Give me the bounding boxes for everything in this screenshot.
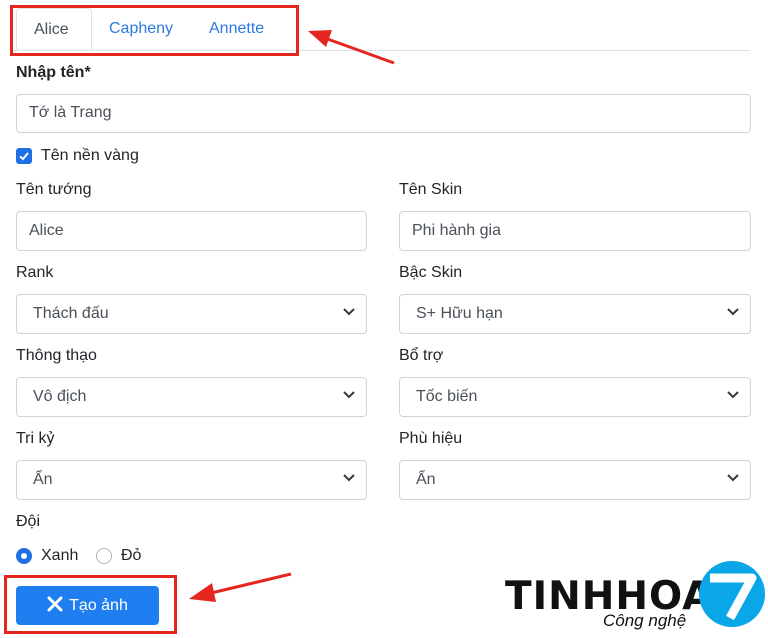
rank-select[interactable]: Thách đấu: [16, 294, 367, 334]
skin-tier-select-value: S+ Hữu hạn: [416, 305, 503, 322]
skin-label: Tên Skin: [399, 181, 463, 198]
brand-tagline: Công nghệ: [603, 611, 687, 630]
spell-select[interactable]: Tốc biến: [399, 377, 751, 417]
badge-select[interactable]: Ẩn: [399, 460, 751, 500]
skin-input[interactable]: Phi hành gia: [399, 211, 751, 251]
spell-select-value: Tốc biến: [416, 388, 478, 405]
name-label: Nhập tên*: [16, 64, 91, 81]
chevron-down-icon: [727, 474, 739, 482]
create-image-button[interactable]: Tạo ảnh: [16, 586, 159, 625]
hero-input[interactable]: Alice: [16, 211, 367, 251]
skin-tier-label: Bậc Skin: [399, 264, 463, 281]
chevron-down-icon: [343, 474, 355, 482]
team-label: Đội: [16, 513, 41, 530]
team-option-red-label: Đỏ: [121, 547, 142, 564]
badge-label: Phù hiệu: [399, 430, 463, 447]
chevron-down-icon: [727, 391, 739, 399]
soulmate-select[interactable]: Ẩn: [16, 460, 367, 500]
mastery-select-value: Vô địch: [33, 388, 87, 405]
team-option-blue-label: Xanh: [41, 547, 79, 564]
spell-label: Bổ trợ: [399, 347, 444, 364]
tools-icon: [47, 596, 63, 612]
soulmate-select-value: Ẩn: [33, 471, 53, 488]
team-radio-blue[interactable]: [16, 548, 32, 564]
hero-label: Tên tướng: [16, 181, 92, 198]
golden-name-label: Tên nền vàng: [41, 147, 139, 164]
rank-label: Rank: [16, 264, 54, 281]
arrow-icon: [308, 30, 395, 65]
brand-logo-badge: [699, 561, 765, 627]
chevron-down-icon: [343, 391, 355, 399]
arrow-icon: [189, 572, 292, 602]
mastery-label: Thông thạo: [16, 347, 97, 364]
name-input[interactable]: Tớ là Trang: [16, 94, 751, 133]
tabs-highlight-box: [10, 5, 299, 56]
mastery-select[interactable]: Vô địch: [16, 377, 367, 417]
rank-select-value: Thách đấu: [33, 305, 109, 322]
soulmate-label: Tri kỷ: [16, 430, 55, 447]
team-radio-red[interactable]: [96, 548, 112, 564]
chevron-down-icon: [727, 308, 739, 316]
chevron-down-icon: [343, 308, 355, 316]
golden-name-checkbox[interactable]: [16, 148, 32, 164]
create-image-button-label: Tạo ảnh: [69, 597, 128, 614]
badge-select-value: Ẩn: [416, 471, 436, 488]
skin-tier-select[interactable]: S+ Hữu hạn: [399, 294, 751, 334]
